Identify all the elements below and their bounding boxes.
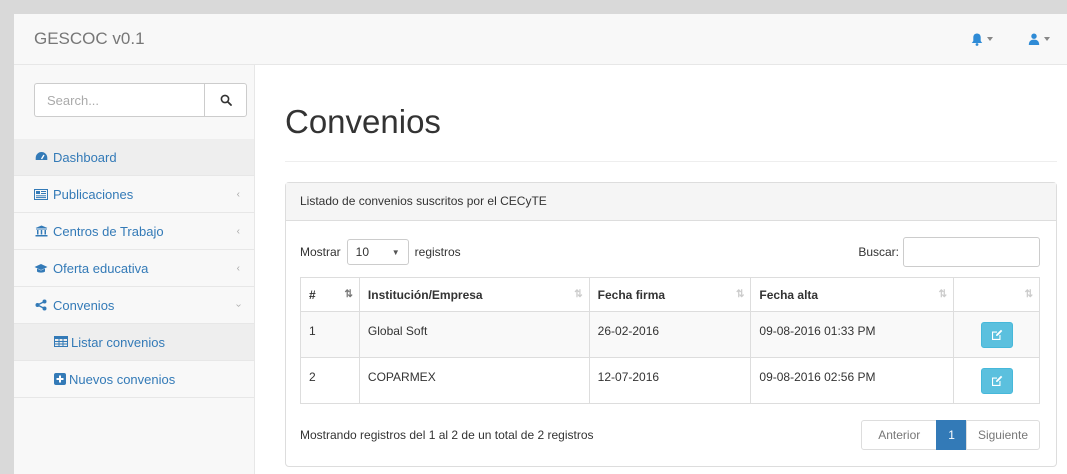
divider (285, 161, 1057, 162)
graduation-cap-icon (34, 262, 48, 274)
sort-icon: ⇅ (736, 289, 745, 300)
column-header-fecha-alta[interactable]: Fecha alta ⇅ (750, 277, 955, 312)
cell-actions (953, 357, 1040, 404)
sidebar-item-label: Dashboard (53, 149, 117, 165)
top-navbar: GESCOC v0.1 (14, 14, 1067, 65)
sidebar-subitem-listar-convenios[interactable]: Listar convenios (14, 324, 254, 361)
cell-fecha-firma: 12-07-2016 (588, 357, 752, 404)
chevron-down-icon: ▼ (391, 247, 400, 257)
cell-fecha-alta: 09-08-2016 02:56 PM (750, 357, 955, 404)
panel-heading: Listado de convenios suscritos por el CE… (286, 183, 1056, 221)
edit-button[interactable] (980, 368, 1013, 394)
sidebar-item-label: Convenios (53, 297, 115, 313)
user-icon (1028, 33, 1040, 45)
sidebar-item-label: Oferta educativa (53, 260, 149, 276)
brand-title[interactable]: GESCOC v0.1 (34, 29, 145, 49)
bell-icon (971, 33, 983, 46)
pagination-next[interactable]: Siguiente (965, 420, 1040, 450)
sidebar-item-centros-de-trabajo[interactable]: Centros de Trabajo ‹ (14, 213, 254, 250)
chevron-down-icon (987, 37, 993, 41)
page-length-control: Mostrar 10 ▼ registros (300, 239, 461, 265)
sidebar-menu: Dashboard Publicaciones ‹ Centros de Tra… (14, 139, 254, 398)
length-suffix-label: registros (414, 245, 461, 259)
chevron-left-icon: ‹ (236, 226, 240, 237)
column-header-fecha-firma[interactable]: Fecha firma ⇅ (588, 277, 752, 312)
main-content: Convenios Listado de convenios suscritos… (255, 65, 1067, 474)
cell-actions (953, 311, 1040, 358)
sort-icon: ⇅ (1024, 289, 1034, 300)
sort-asc-icon: ⇅ (344, 289, 354, 300)
filter-input[interactable] (903, 237, 1040, 267)
filter-label: Buscar: (858, 245, 899, 259)
table-info: Mostrando registros del 1 al 2 de un tot… (300, 428, 594, 442)
sidebar-item-oferta-educativa[interactable]: Oferta educativa ‹ (14, 250, 254, 287)
column-header-number[interactable]: # ⇅ (300, 277, 360, 312)
sidebar-search (34, 83, 247, 117)
sort-icon: ⇅ (574, 289, 583, 300)
convenios-panel: Listado de convenios suscritos por el CE… (285, 182, 1057, 467)
app-window: GESCOC v0.1 Search... Dashboard Publicac… (14, 14, 1067, 474)
sidebar: Dashboard Publicaciones ‹ (14, 65, 255, 474)
table-row: 1 Global Soft 26-02-2016 09-08-2016 01:3… (300, 311, 1040, 358)
sidebar-item-publicaciones[interactable]: Publicaciones ‹ (14, 176, 254, 213)
table-filter: Buscar: (858, 237, 1040, 267)
pagination-previous[interactable]: Anterior (861, 420, 938, 450)
column-header-institucion[interactable]: Institución/Empresa ⇅ (358, 277, 590, 312)
column-header-actions[interactable]: ⇅ (953, 277, 1040, 312)
chevron-left-icon: ‹ (236, 189, 240, 200)
sidebar-subitem-label: Nuevos convenios (69, 371, 176, 387)
sidebar-subitem-label: Listar convenios (71, 334, 165, 350)
convenios-table: # ⇅ Institución/Empresa ⇅ Fecha firma ⇅ (300, 277, 1040, 404)
table-row: 2 COPARMEX 12-07-2016 09-08-2016 02:56 P… (300, 357, 1040, 404)
cell-number: 2 (300, 357, 360, 404)
sidebar-item-label: Centros de Trabajo (53, 223, 164, 239)
search-button[interactable] (204, 83, 247, 117)
cell-institucion: COPARMEX (358, 357, 590, 404)
newspaper-icon (34, 188, 48, 200)
pagination: Anterior 1 Siguiente (861, 420, 1040, 450)
dashboard-icon (34, 151, 48, 163)
table-header-row: # ⇅ Institución/Empresa ⇅ Fecha firma ⇅ (300, 277, 1040, 312)
edit-button[interactable] (980, 322, 1013, 348)
length-prefix-label: Mostrar (300, 245, 341, 259)
user-dropdown[interactable] (1028, 30, 1050, 48)
cell-fecha-firma: 26-02-2016 (588, 311, 752, 358)
chevron-left-icon: ‹ (236, 263, 240, 274)
page-length-value: 10 (355, 245, 370, 259)
sidebar-subitem-nuevos-convenios[interactable]: Nuevos convenios (14, 361, 254, 398)
cell-number: 1 (300, 311, 360, 358)
page-title: Convenios (285, 103, 441, 140)
plus-square-icon (54, 373, 66, 385)
page-length-select[interactable]: 10 ▼ (346, 239, 409, 265)
sort-icon: ⇅ (938, 289, 948, 300)
cell-institucion: Global Soft (358, 311, 590, 358)
search-icon (220, 94, 232, 106)
sidebar-item-convenios[interactable]: Convenios ‹ (14, 287, 254, 324)
notifications-dropdown[interactable] (971, 30, 993, 48)
search-input[interactable] (34, 83, 204, 117)
institution-icon (34, 225, 48, 237)
chevron-down-icon: ‹ (232, 303, 244, 308)
cell-fecha-alta: 09-08-2016 01:33 PM (750, 311, 955, 358)
sidebar-item-label: Publicaciones (53, 186, 134, 202)
share-icon (34, 299, 48, 311)
sidebar-item-dashboard[interactable]: Dashboard (14, 139, 254, 176)
chevron-down-icon (1044, 37, 1050, 41)
edit-icon (991, 329, 1002, 340)
table-icon (54, 336, 68, 348)
pagination-page[interactable]: 1 (936, 420, 967, 450)
edit-icon (991, 375, 1002, 386)
